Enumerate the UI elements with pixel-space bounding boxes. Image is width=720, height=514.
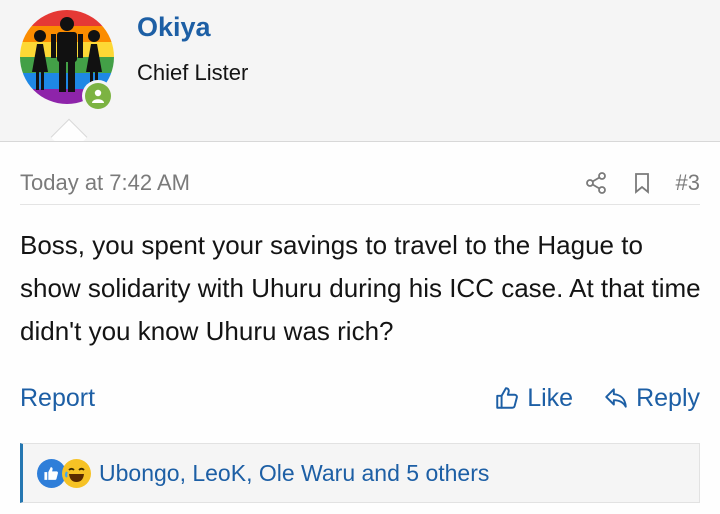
thumbs-up-icon	[496, 387, 519, 409]
laugh-icon	[62, 458, 91, 488]
reactions-bar[interactable]: Ubongo, LeoK, Ole Waru and 5 others	[20, 443, 700, 503]
message-attribution-actions: #3	[584, 170, 700, 196]
message-body: Boss, you spent your savings to travel t…	[20, 230, 701, 346]
share-icon[interactable]	[584, 171, 608, 195]
reply-button-label: Reply	[636, 383, 700, 412]
message-actions: Report Like Reply	[20, 378, 700, 418]
username-link[interactable]: Okiya	[137, 12, 211, 43]
report-button[interactable]: Report	[20, 384, 95, 413]
message-attribution: Today at 7:42 AM #3	[20, 166, 700, 200]
reactions-summary-link[interactable]: Ubongo, LeoK, Ole Waru and 5 others	[99, 460, 489, 487]
message-card: Today at 7:42 AM #3 Boss, you spent your…	[0, 141, 720, 514]
user-title: Chief Lister	[137, 60, 249, 85]
reaction-icons	[37, 458, 91, 488]
reply-icon	[605, 388, 627, 408]
like-button-label: Like	[527, 383, 574, 412]
message-user-header: Okiya Chief Lister	[0, 0, 720, 142]
post-timestamp[interactable]: Today at 7:42 AM	[20, 170, 190, 196]
user-icon	[92, 89, 104, 103]
message-actions-right: Like Reply	[494, 384, 700, 413]
attribution-divider	[20, 204, 700, 205]
reply-button[interactable]: Reply	[603, 384, 700, 413]
post-number-link[interactable]: #3	[676, 170, 700, 196]
like-button[interactable]: Like	[494, 384, 573, 413]
online-status-indicator	[82, 80, 114, 112]
bookmark-icon[interactable]	[630, 171, 654, 195]
